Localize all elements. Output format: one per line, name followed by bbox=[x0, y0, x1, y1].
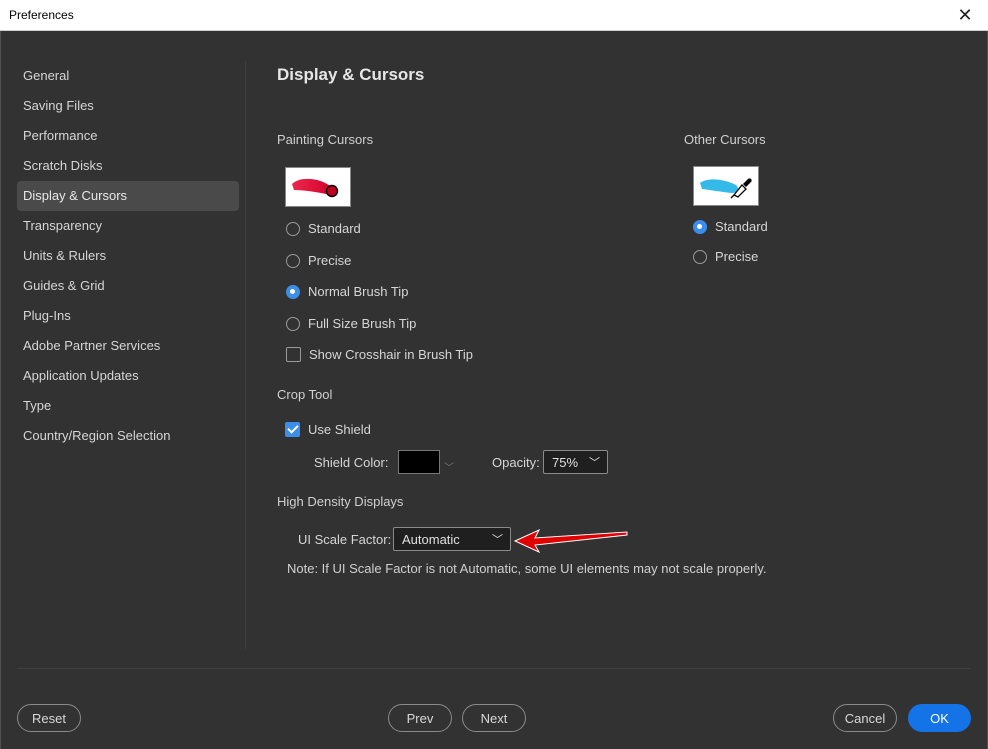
shield-color-label: Shield Color: bbox=[314, 455, 389, 470]
ui-scale-label: UI Scale Factor: bbox=[298, 532, 392, 547]
sidebar-item-application-updates[interactable]: Application Updates bbox=[17, 361, 239, 391]
ok-button[interactable]: OK bbox=[908, 704, 971, 732]
checkbox-label: Use Shield bbox=[308, 422, 371, 437]
opacity-value: 75% bbox=[552, 454, 579, 470]
chevron-down-icon: ﹀ bbox=[589, 457, 600, 469]
radio-label: Precise bbox=[308, 253, 352, 268]
eyedropper-icon bbox=[693, 166, 759, 206]
painting-cursors-heading: Painting Cursors bbox=[277, 132, 374, 147]
painting-cursor-precise[interactable]: Precise bbox=[286, 253, 351, 268]
chevron-down-icon[interactable]: ﹀ bbox=[444, 459, 454, 474]
radio-precise[interactable] bbox=[286, 253, 300, 268]
opacity-label: Opacity: bbox=[492, 455, 540, 470]
next-button[interactable]: Next bbox=[462, 704, 526, 732]
sidebar-item-type[interactable]: Type bbox=[17, 391, 239, 421]
ui-scale-value: Automatic bbox=[402, 531, 460, 547]
sidebar-item-units-rulers[interactable]: Units & Rulers bbox=[17, 241, 239, 271]
crosshair-checkbox-row[interactable]: Show Crosshair in Brush Tip bbox=[286, 347, 473, 362]
radio-label: Standard bbox=[715, 219, 768, 234]
radio-label: Standard bbox=[308, 221, 361, 236]
radio-other-precise[interactable] bbox=[693, 249, 707, 264]
title-bar: Preferences ✕ bbox=[0, 0, 988, 31]
sidebar-item-performance[interactable]: Performance bbox=[17, 121, 239, 151]
chevron-down-icon: ﹀ bbox=[492, 534, 503, 546]
shield-color-swatch[interactable] bbox=[398, 450, 440, 474]
crosshair-checkbox[interactable] bbox=[286, 347, 301, 362]
radio-other-standard[interactable] bbox=[693, 219, 707, 234]
high-density-heading: High Density Displays bbox=[277, 494, 404, 509]
other-cursors-heading: Other Cursors bbox=[684, 132, 766, 147]
sidebar-divider bbox=[245, 61, 246, 649]
sidebar-item-transparency[interactable]: Transparency bbox=[17, 211, 239, 241]
use-shield-checkbox[interactable] bbox=[285, 422, 300, 437]
other-cursor-standard[interactable]: Standard bbox=[693, 219, 768, 234]
sidebar-item-scratch-disks[interactable]: Scratch Disks bbox=[17, 151, 239, 181]
close-icon[interactable]: ✕ bbox=[942, 0, 988, 31]
reset-button[interactable]: Reset bbox=[17, 704, 81, 732]
radio-full-size-brush-tip[interactable] bbox=[286, 316, 300, 331]
sidebar-item-guides-grid[interactable]: Guides & Grid bbox=[17, 271, 239, 301]
sidebar-item-general[interactable]: General bbox=[17, 61, 239, 91]
sidebar-item-adobe-partner-services[interactable]: Adobe Partner Services bbox=[17, 331, 239, 361]
page-title: Display & Cursors bbox=[277, 65, 425, 84]
radio-standard[interactable] bbox=[286, 221, 300, 236]
radio-normal-brush-tip[interactable] bbox=[286, 284, 300, 299]
red-brush-stroke-icon bbox=[285, 167, 351, 207]
sidebar-item-saving-files[interactable]: Saving Files bbox=[17, 91, 239, 121]
annotation-arrow-icon bbox=[513, 528, 628, 554]
footer-divider bbox=[17, 668, 971, 669]
preferences-dialog: General Saving Files Performance Scratch… bbox=[0, 31, 988, 749]
radio-label: Normal Brush Tip bbox=[308, 284, 409, 299]
window-title: Preferences bbox=[9, 8, 74, 22]
radio-label: Full Size Brush Tip bbox=[308, 316, 417, 331]
other-cursor-precise[interactable]: Precise bbox=[693, 249, 758, 264]
sidebar: General Saving Files Performance Scratch… bbox=[17, 61, 239, 451]
sidebar-item-country-region[interactable]: Country/Region Selection bbox=[17, 421, 239, 451]
sidebar-item-display-cursors[interactable]: Display & Cursors bbox=[17, 181, 239, 211]
cancel-button[interactable]: Cancel bbox=[833, 704, 897, 732]
radio-label: Precise bbox=[715, 249, 759, 264]
painting-cursor-normal-brush-tip[interactable]: Normal Brush Tip bbox=[286, 284, 408, 299]
sidebar-item-plug-ins[interactable]: Plug-Ins bbox=[17, 301, 239, 331]
painting-cursor-full-size-brush-tip[interactable]: Full Size Brush Tip bbox=[286, 316, 416, 331]
use-shield-row[interactable]: Use Shield bbox=[285, 422, 371, 437]
opacity-select[interactable]: 75% ﹀ bbox=[543, 450, 608, 474]
prev-button[interactable]: Prev bbox=[388, 704, 452, 732]
scale-note: Note: If UI Scale Factor is not Automati… bbox=[287, 561, 767, 576]
crop-tool-heading: Crop Tool bbox=[277, 387, 333, 402]
painting-cursor-standard[interactable]: Standard bbox=[286, 221, 361, 236]
checkbox-label: Show Crosshair in Brush Tip bbox=[309, 347, 474, 362]
ui-scale-select[interactable]: Automatic ﹀ bbox=[393, 527, 511, 551]
